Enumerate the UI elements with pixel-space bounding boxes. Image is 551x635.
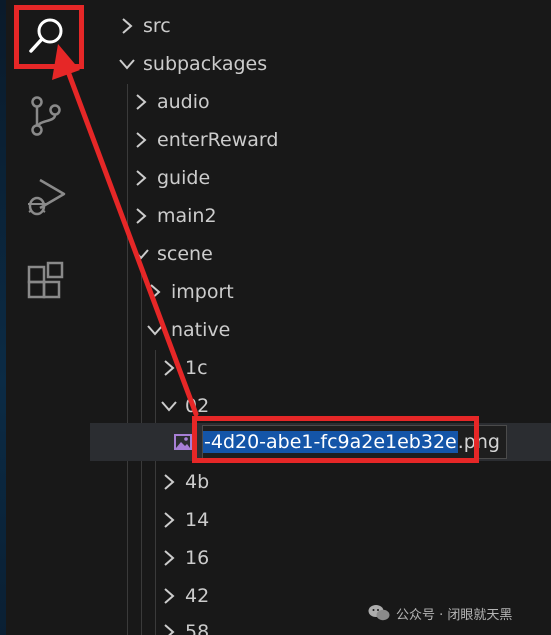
watermark-text: 公众号 · 闭眼就天黑 [396,607,513,623]
watermark: 公众号 · 闭眼就天黑 [368,601,512,625]
annotation-arrow [52,44,199,417]
wechat-icon [368,605,390,621]
